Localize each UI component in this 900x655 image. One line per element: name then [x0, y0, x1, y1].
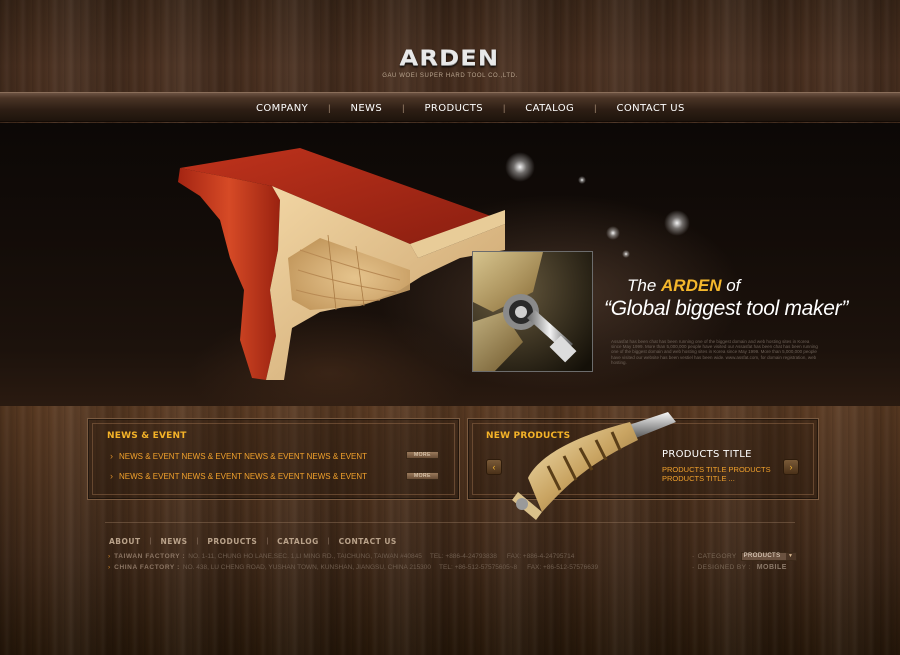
- nav-divider: |: [328, 103, 331, 113]
- nav-divider: |: [402, 103, 405, 113]
- product-title[interactable]: PRODUCTS TITLE: [662, 449, 752, 460]
- news-item-text[interactable]: NEWS & EVENT NEWS & EVENT NEWS & EVENT N…: [119, 472, 367, 481]
- china-fax: FAX: +86-512-57576639: [527, 564, 599, 571]
- taiwan-address: NO. 1-11, CHUNG HO LANE,SEC. 1,LI MING R…: [188, 553, 422, 560]
- chevron-right-icon: ›: [108, 564, 111, 571]
- category-select[interactable]: PRODUCTS ▼: [740, 552, 797, 561]
- footer-link-contact-us[interactable]: CONTACT US: [339, 537, 397, 546]
- footer-divider-bar: |: [149, 538, 152, 545]
- footer-divider: [105, 522, 795, 523]
- taiwan-factory-address: › TAIWAN FACTORY : NO. 1-11, CHUNG HO LA…: [108, 553, 574, 560]
- footer-nav: ABOUT | NEWS | PRODUCTS | CATALOG | CONT…: [109, 537, 397, 546]
- logo-wrap: ARDEN: [0, 46, 900, 70]
- company-name: GAU WOEI SUPER HARD TOOL CO.,LTD.: [382, 73, 518, 79]
- category-selected-value: PRODUCTS: [743, 553, 781, 559]
- footer-divider-bar: |: [196, 538, 199, 545]
- taiwan-fax: FAX: +886-4-24795714: [506, 553, 575, 560]
- headline-of: of: [726, 276, 741, 295]
- news-item[interactable]: › NEWS & EVENT NEWS & EVENT NEWS & EVENT…: [110, 451, 367, 461]
- sparkle-light: [578, 176, 586, 184]
- nav-divider: |: [502, 103, 506, 113]
- page: ARDEN GAU WOEI SUPER HARD TOOL CO.,LTD. …: [0, 0, 900, 655]
- taiwan-tel: TEL: +886-4-24793838: [429, 553, 497, 560]
- main-nav: COMPANY | NEWS | PRODUCTS | CATALOG | CO…: [256, 100, 685, 116]
- footer-link-products[interactable]: PRODUCTS: [207, 537, 257, 546]
- sparkle-light: [606, 226, 620, 240]
- china-factory-address: › CHINA FACTORY : NO. 438, LU CHENG ROAD…: [108, 564, 598, 571]
- chevron-right-icon: ›: [110, 471, 113, 481]
- chevron-right-icon: ›: [110, 451, 113, 461]
- news-title[interactable]: NEWS & EVENT: [107, 431, 187, 441]
- hero-paragraph: Assasfat has been chat has been running …: [611, 339, 818, 365]
- designer-logo[interactable]: MOBILE: [757, 564, 787, 571]
- china-factory-label: CHINA FACTORY :: [114, 564, 180, 571]
- logo[interactable]: ARDEN: [399, 46, 499, 70]
- nav-item-contact-us[interactable]: CONTACT US: [617, 103, 685, 114]
- headline-the: The: [627, 276, 657, 295]
- footer-divider-bar: |: [266, 538, 269, 545]
- nav-item-catalog[interactable]: CATALOG: [525, 103, 574, 114]
- footer-link-news[interactable]: NEWS: [160, 537, 187, 546]
- sparkle-light: [622, 250, 630, 258]
- bullet-icon: ·: [692, 564, 695, 571]
- hero-headline-1: The ARDEN of: [627, 276, 740, 296]
- nav-item-company[interactable]: COMPANY: [256, 103, 308, 114]
- china-tel: TEL: +86-512-57575605~8: [439, 564, 518, 571]
- footer-link-catalog[interactable]: CATALOG: [277, 537, 319, 546]
- hero-tagline: “Global biggest tool maker”: [604, 297, 849, 320]
- router-bit-thumbnail[interactable]: [472, 251, 593, 372]
- chevron-down-icon: ▼: [785, 553, 796, 560]
- wood-moulding-image: [178, 148, 505, 380]
- router-bit-image: [473, 252, 592, 371]
- designed-by-row: · DESIGNED BY : MOBILE: [692, 564, 787, 571]
- more-button[interactable]: MORE: [406, 451, 439, 459]
- bullet-icon: ·: [692, 553, 695, 560]
- chevron-right-icon: ›: [108, 553, 111, 560]
- more-button[interactable]: MORE: [406, 472, 439, 480]
- china-address: NO. 438, LU CHENG ROAD, YUSHAN TOWN, KUN…: [182, 564, 432, 571]
- category-label: CATEGORY: [697, 553, 737, 560]
- taiwan-factory-label: TAIWAN FACTORY :: [114, 553, 186, 560]
- nav-item-news[interactable]: NEWS: [350, 103, 382, 114]
- nav-divider: |: [594, 103, 597, 113]
- news-item[interactable]: › NEWS & EVENT NEWS & EVENT NEWS & EVENT…: [110, 471, 367, 481]
- headline-brand: ARDEN: [661, 276, 722, 295]
- nav-item-products[interactable]: PRODUCTS: [424, 103, 483, 114]
- footer-divider-bar: |: [327, 538, 330, 545]
- spiral-router-bit-image[interactable]: [508, 408, 680, 524]
- product-description: PRODUCTS TITLE PRODUCTS PRODUCTS TITLE .…: [662, 465, 771, 483]
- designed-by-label: DESIGNED BY :: [697, 564, 751, 571]
- footer-link-about[interactable]: ABOUT: [109, 537, 141, 546]
- sparkle-light: [664, 210, 690, 236]
- prev-arrow-icon[interactable]: ‹: [486, 459, 502, 475]
- category-row: · CATEGORY PRODUCTS ▼: [692, 552, 797, 561]
- news-item-text[interactable]: NEWS & EVENT NEWS & EVENT NEWS & EVENT N…: [119, 452, 367, 461]
